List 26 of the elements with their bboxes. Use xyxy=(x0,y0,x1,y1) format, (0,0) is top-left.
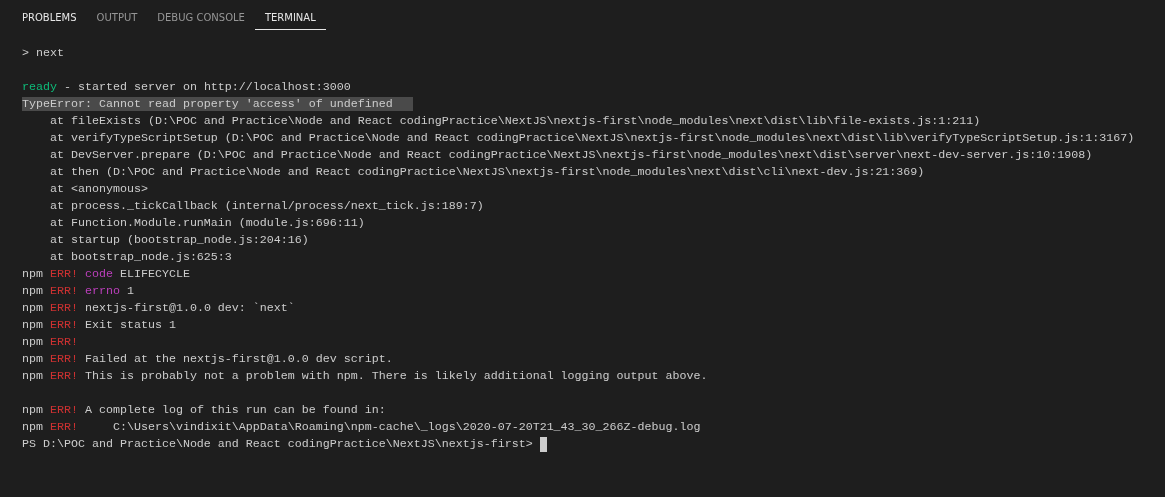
panel-tab[interactable]: OUTPUT xyxy=(86,0,148,35)
terminal-line: at <anonymous> xyxy=(48,181,148,198)
terminal-line: ready - started server on http://localhost:3000 xyxy=(22,79,351,96)
shell-prompt: PS D:\POC and Practice\Node and React codingPractice\NextJS\nextjs-first> xyxy=(22,436,534,453)
terminal-line: npm ERR! errno 1 xyxy=(22,283,134,300)
terminal-line: npm ERR! xyxy=(22,334,78,351)
panel-tab[interactable]: PROBLEMS xyxy=(12,0,87,35)
terminal-line: at Function.Module.runMain (module.js:696:11) xyxy=(48,215,365,232)
terminal-line: npm ERR! code ELIFECYCLE xyxy=(22,266,190,283)
terminal-line: npm ERR! Failed at the nextjs-first@1.0.0 dev script. xyxy=(22,351,393,368)
text-cursor xyxy=(539,437,547,452)
terminal-line: npm ERR! This is probably not a problem with npm. There is likely additional logging output above. xyxy=(22,368,708,385)
terminal-line: at then (D:\POC and Practice\Node and React codingPractice\NextJS\nextjs-first\node_modules\next\dist\cli\next-dev.js:21:369) xyxy=(48,164,925,181)
terminal-line: npm ERR! C:\Users\vindixit\AppData\Roaming\npm-cache\_logs\2020-07-20T21_43_30_266Z-debug.log xyxy=(22,419,701,436)
terminal-line: at bootstrap_node.js:625:3 xyxy=(48,249,232,266)
terminal-line: > next xyxy=(22,45,64,62)
panel-tab[interactable]: TERMINAL xyxy=(254,0,326,35)
terminal-line: at fileExists (D:\POC and Practice\Node and React codingPractice\NextJS\nextjs-first\node_modules\next\dist\lib\file-exists.js:1:211) xyxy=(48,113,981,130)
terminal-line: at DevServer.prepare (D:\POC and Practice\Node and React codingPractice\NextJS\nextjs-first\node_modules\next\dist\server\next-dev-server.js:10:1908) xyxy=(48,147,1093,164)
terminal-line: npm ERR! A complete log of this run can be found in: xyxy=(22,402,386,419)
terminal-line: at verifyTypeScriptSetup (D:\POC and Practice\Node and React codingPractice\NextJS\nextjs-first\node_modules\next\dist\lib\verifyTypeScriptSetup.js:1:3167) xyxy=(48,130,1135,147)
panel-tab[interactable]: DEBUG CONSOLE xyxy=(147,0,255,35)
terminal-line: at startup (bootstrap_node.js:204:16) xyxy=(48,232,309,249)
terminal-line: npm ERR! Exit status 1 xyxy=(22,317,176,334)
terminal-line: at process._tickCallback (internal/process/next_tick.js:189:7) xyxy=(48,198,484,215)
terminal-line: npm ERR! nextjs-first@1.0.0 dev: `next` xyxy=(22,300,295,317)
